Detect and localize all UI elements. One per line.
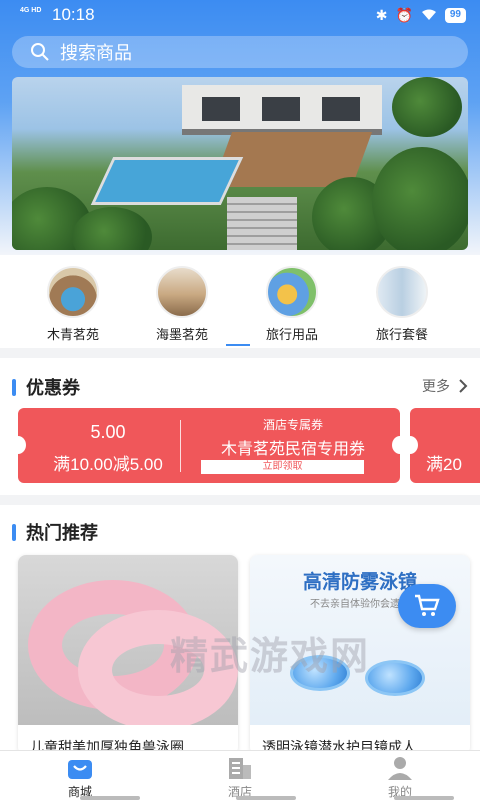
hot-title-text: 热门推荐 — [26, 523, 98, 543]
promo-banner[interactable] — [12, 77, 468, 250]
banner-tree — [372, 147, 468, 250]
product-title: 透明泳镜潜水护目镜成人… — [262, 739, 430, 750]
banner-tree — [392, 77, 462, 137]
product-image: 高清防雾泳镜 不去亲自体验你会遗憾 — [250, 555, 470, 725]
status-icons: ✱ ⏰ 99 — [376, 7, 466, 24]
goggle-lens — [365, 660, 425, 696]
status-time: 10:18 — [52, 5, 95, 24]
cart-icon — [415, 594, 440, 616]
product-image — [18, 555, 238, 725]
category-label: 木青茗苑 — [46, 327, 99, 342]
title-accent-bar — [12, 378, 16, 396]
bluetooth-icon: ✱ — [375, 7, 388, 23]
claim-coupon-button[interactable]: 立即领取 — [201, 460, 364, 474]
status-bar: 4G HD 10:18 ✱ ⏰ 99 — [0, 0, 480, 30]
coupon-notch — [402, 436, 418, 454]
hot-section: 热门推荐 儿童甜美加厚独角兽泳圈 高清防雾泳镜 不去亲自体验你会遗憾 透明泳镜潜… — [0, 505, 480, 750]
coupon-section: 优惠券 更多 5.00 满10.00减5.00 酒店专属券 木青茗苑民宿专用券 … — [0, 358, 480, 495]
category-thumbnail — [266, 266, 318, 318]
coupon-card[interactable]: 满20 — [402, 408, 480, 483]
hot-section-title: 热门推荐 — [12, 519, 98, 545]
tab-underline — [236, 796, 296, 800]
category-scroll-indicator — [226, 344, 250, 346]
search-placeholder: 搜索商品 — [60, 43, 132, 63]
shopping-bag-icon — [65, 755, 95, 781]
user-icon — [385, 755, 415, 781]
alarm-icon: ⏰ — [395, 7, 413, 23]
coupon-amount: 5.00 — [90, 422, 126, 442]
banner-stairs — [227, 197, 297, 250]
coupon-condition: 满20 — [426, 455, 462, 474]
tab-hotel[interactable]: 酒店 — [190, 755, 290, 800]
category-thumbnail — [156, 266, 208, 318]
swim-ring-shape — [78, 610, 238, 725]
category-item-travel-goods[interactable]: 旅行用品 — [247, 266, 337, 343]
network-indicator: 4G HD — [20, 7, 42, 14]
goggle-lens — [290, 655, 350, 691]
search-input[interactable]: 搜索商品 — [12, 36, 468, 68]
chevron-right-icon — [459, 379, 468, 393]
coupon-card[interactable]: 5.00 满10.00减5.00 酒店专属券 木青茗苑民宿专用券 立即领取 — [10, 408, 408, 483]
category-label: 海墨茗苑 — [155, 327, 208, 342]
wifi-icon — [421, 8, 437, 24]
category-section: 木青茗苑 海墨茗苑 旅行用品 旅行套餐 — [0, 255, 480, 348]
banner-pool — [90, 157, 244, 205]
title-accent-bar — [12, 523, 16, 541]
product-title: 儿童甜美加厚独角兽泳圈 — [30, 739, 184, 750]
category-thumbnail — [47, 266, 99, 318]
tab-underline — [80, 796, 140, 800]
coupon-divider — [180, 420, 181, 472]
cart-button[interactable] — [398, 584, 456, 628]
category-item-muqing[interactable]: 木青茗苑 — [28, 266, 118, 343]
search-icon — [31, 43, 49, 61]
category-thumbnail — [376, 266, 428, 318]
tab-underline — [394, 796, 454, 800]
coupon-name: 木青茗苑民宿专用券 — [220, 441, 365, 458]
coupon-title-text: 优惠券 — [26, 378, 80, 398]
bottom-tab-bar: 商城 酒店 我的 — [0, 750, 480, 800]
coupon-tag: 酒店专属券 — [262, 418, 323, 432]
product-card[interactable]: 儿童甜美加厚独角兽泳圈 — [18, 555, 238, 750]
battery-icon: 99 — [444, 8, 466, 23]
category-item-haimo[interactable]: 海墨茗苑 — [137, 266, 227, 343]
hotel-building-icon — [225, 755, 255, 781]
tab-profile[interactable]: 我的 — [350, 755, 450, 800]
banner-house — [182, 85, 382, 135]
category-label: 旅行用品 — [265, 327, 318, 342]
coupon-notch — [10, 436, 26, 454]
coupon-condition: 满10.00减5.00 — [53, 455, 163, 474]
category-item-travel-package[interactable]: 旅行套餐 — [357, 266, 447, 343]
coupon-section-title: 优惠券 — [12, 374, 80, 400]
more-label: 更多 — [422, 378, 450, 394]
tab-mall[interactable]: 商城 — [30, 755, 130, 800]
more-coupons-link[interactable]: 更多 — [422, 376, 468, 396]
category-label: 旅行套餐 — [375, 327, 428, 342]
